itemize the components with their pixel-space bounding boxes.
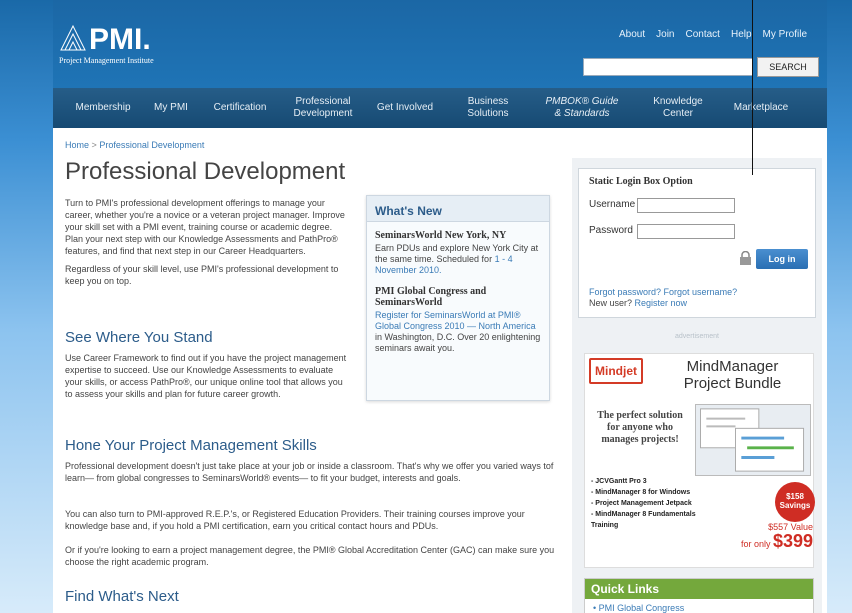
hone-paragraph-2: You can also turn to PMI-approved R.E.P.… bbox=[65, 509, 525, 531]
whats-new-box: What's New SeminarsWorld New York, NY Ea… bbox=[366, 195, 550, 401]
nav-item-business-solutions[interactable]: Business Solutions bbox=[455, 88, 521, 128]
password-field[interactable] bbox=[637, 224, 735, 239]
intro-paragraph-2: Regardless of your skill level, use PMI'… bbox=[65, 264, 339, 286]
hone-paragraph-3: Or if you're looking to earn a project m… bbox=[65, 545, 555, 567]
whats-new-item-text: Earn PDUs and explore New York City at t… bbox=[375, 243, 541, 276]
search-button[interactable]: SEARCH bbox=[757, 57, 819, 77]
site-header: PMI. Project Management Institute About … bbox=[53, 0, 827, 88]
quick-link-label[interactable]: PMI Global Congress bbox=[599, 603, 685, 613]
advertisement-banner[interactable]: Mindjet MindManager Project Bundle The p… bbox=[584, 353, 815, 568]
whats-new-item-title: SeminarsWorld New York, NY bbox=[375, 230, 507, 241]
whats-new-item-link[interactable]: Register for SeminarsWorld at PMI® Globa… bbox=[375, 310, 536, 331]
pmi-logo-mark-icon: PMI. bbox=[60, 23, 151, 52]
register-link[interactable]: Register now bbox=[635, 298, 688, 308]
ad-tagline: The perfect solution for anyone who mana… bbox=[597, 410, 683, 445]
top-link-contact[interactable]: Contact bbox=[686, 29, 720, 40]
main-nav: Membership My PMI Certification Professi… bbox=[53, 88, 827, 128]
ad-title: MindManager Project Bundle bbox=[683, 358, 782, 392]
whats-new-item-desc: Earn PDUs and explore New York City at t… bbox=[375, 243, 539, 264]
software-screenshot-image bbox=[695, 404, 811, 476]
sidebar: Static Login Box Option Username Passwor… bbox=[572, 158, 822, 613]
ad-list-item: - MindManager 8 Fundamentals Training bbox=[591, 511, 696, 529]
ad-product-list: - JCVGantt Pro 3 - MindManager 8 for Win… bbox=[591, 476, 709, 531]
nav-item-knowledge-center[interactable]: Knowledge Center bbox=[643, 88, 713, 128]
ad-list-item: - Project Management Jetpack bbox=[591, 500, 692, 507]
username-field[interactable] bbox=[637, 198, 735, 213]
svg-text:PMI.: PMI. bbox=[89, 23, 151, 52]
stand-paragraph: Use Career Framework to find out if you … bbox=[65, 353, 347, 399]
heading-see-where-you-stand: See Where You Stand bbox=[65, 329, 213, 346]
top-link-my-profile[interactable]: My Profile bbox=[763, 29, 807, 40]
nav-item-professional-development[interactable]: Professional Development bbox=[285, 88, 361, 128]
username-label: Username bbox=[589, 199, 636, 210]
new-user-line: New user? Register now bbox=[589, 298, 809, 309]
mindjet-logo: Mindjet bbox=[589, 358, 643, 384]
nav-item-get-involved[interactable]: Get Involved bbox=[371, 88, 439, 128]
ad-price: $557 Value for only $399 bbox=[703, 522, 813, 550]
whats-new-item-text: Register for SeminarsWorld at PMI® Globa… bbox=[375, 310, 541, 354]
ad-offer-price: $399 bbox=[772, 531, 813, 551]
ad-offer-text: for only bbox=[740, 539, 773, 549]
ad-list-item: - MindManager 8 for Windows bbox=[591, 489, 691, 496]
quick-link-item[interactable]: • PMI Global Congress bbox=[585, 599, 813, 613]
top-link-join[interactable]: Join bbox=[656, 29, 674, 40]
heading-hone-skills: Hone Your Project Management Skills bbox=[65, 437, 317, 454]
search-input[interactable] bbox=[583, 58, 753, 76]
top-links: About Join Contact Help My Profile bbox=[619, 29, 807, 40]
savings-burst: $158 Savings bbox=[775, 482, 815, 522]
nav-item-certification[interactable]: Certification bbox=[205, 88, 275, 128]
breadcrumb-current[interactable]: Professional Development bbox=[99, 140, 204, 150]
mouse-pointer-line bbox=[752, 0, 753, 175]
nav-item-pmbok-guide[interactable]: PMBOK® Guide & Standards bbox=[537, 88, 627, 128]
heading-find-whats-next: Find What's Next bbox=[65, 588, 179, 605]
new-user-text: New user? bbox=[589, 298, 635, 308]
whats-new-item-desc: in Washington, D.C. Over 20 enlightening… bbox=[375, 332, 541, 353]
top-link-help[interactable]: Help bbox=[731, 29, 752, 40]
pmi-logo[interactable]: PMI. Project Management Institute bbox=[59, 22, 189, 66]
login-box: Static Login Box Option Username Passwor… bbox=[578, 168, 816, 318]
org-name: Project Management Institute bbox=[59, 56, 154, 65]
password-label: Password bbox=[589, 225, 633, 236]
hone-paragraph-1: Professional development doesn't just ta… bbox=[65, 461, 554, 483]
top-link-about[interactable]: About bbox=[619, 29, 645, 40]
login-title: Static Login Box Option bbox=[589, 176, 693, 187]
page-title: Professional Development bbox=[65, 158, 346, 185]
nav-item-my-pmi[interactable]: My PMI bbox=[145, 88, 197, 128]
nav-item-marketplace[interactable]: Marketplace bbox=[723, 88, 799, 128]
login-help: Forgot password? Forgot username? New us… bbox=[589, 287, 809, 309]
whats-new-item-title: PMI Global Congress and SeminarsWorld bbox=[375, 286, 487, 308]
breadcrumb: Home > Professional Development bbox=[65, 140, 204, 150]
breadcrumb-separator: > bbox=[91, 140, 97, 150]
whats-new-heading: What's New bbox=[367, 196, 549, 222]
ad-list-item: - JCVGantt Pro 3 bbox=[591, 478, 647, 485]
whats-new-body: SeminarsWorld New York, NY Earn PDUs and… bbox=[367, 222, 549, 362]
forgot-links[interactable]: Forgot password? Forgot username? bbox=[589, 287, 809, 298]
page-container: PMI. Project Management Institute About … bbox=[53, 0, 827, 613]
breadcrumb-home[interactable]: Home bbox=[65, 140, 89, 150]
ad-offer: for only $399 bbox=[703, 532, 813, 550]
intro-text: Turn to PMI's professional development o… bbox=[65, 197, 350, 293]
lock-icon bbox=[740, 251, 751, 265]
intro-paragraph-1: Turn to PMI's professional development o… bbox=[65, 198, 345, 256]
quick-links-heading: Quick Links bbox=[585, 579, 813, 599]
nav-item-membership[interactable]: Membership bbox=[65, 88, 141, 128]
advertisement-label: advertisement bbox=[675, 333, 719, 340]
quick-links-box: Quick Links • PMI Global Congress bbox=[584, 578, 814, 613]
login-button[interactable]: Log in bbox=[756, 249, 808, 269]
